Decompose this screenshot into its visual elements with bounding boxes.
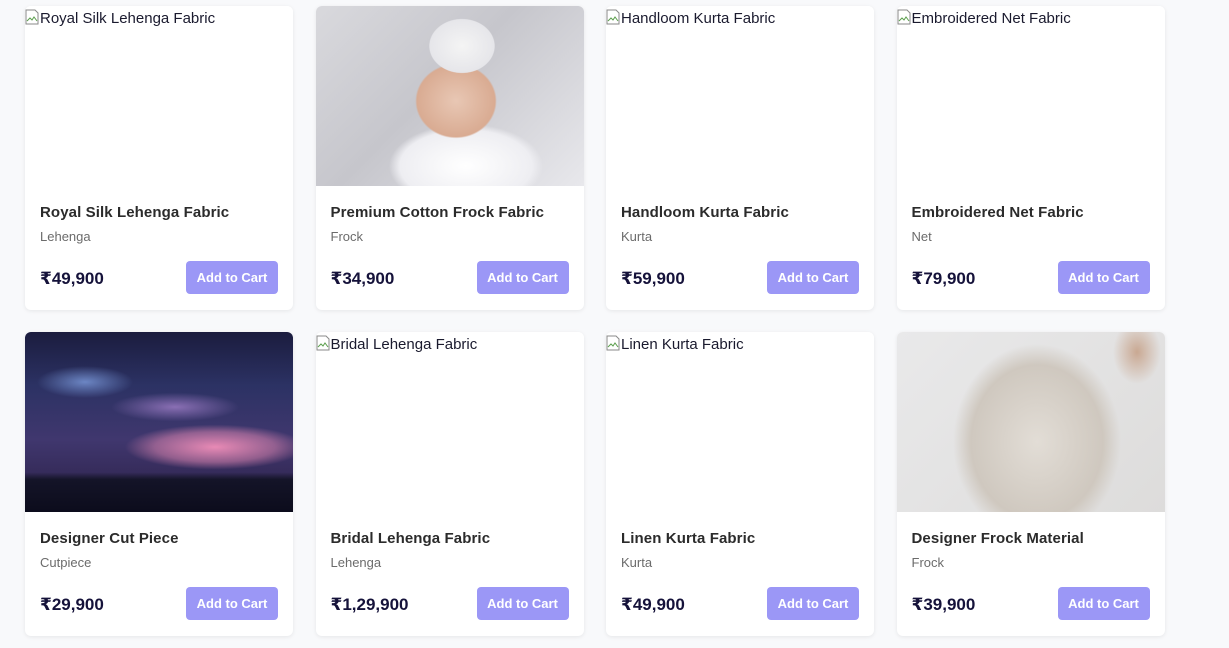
product-price: ₹59,900 [621, 269, 685, 288]
product-title[interactable]: Designer Frock Material [912, 530, 1084, 547]
product-category: Net [911, 229, 932, 244]
product-category: Kurta [621, 229, 653, 244]
image-alt-text: Linen Kurta Fabric [606, 335, 744, 353]
alt-label: Handloom Kurta Fabric [621, 10, 776, 27]
product-price: ₹49,900 [621, 595, 685, 614]
product-image[interactable]: Royal Silk Lehenga Fabric [25, 6, 293, 186]
product-image[interactable] [315, 6, 584, 186]
product-card[interactable]: Premium Cotton Frock Fabric Frock ₹34,90… [315, 6, 584, 310]
broken-image-icon [25, 9, 39, 24]
broken-image-icon [897, 9, 910, 24]
product-card[interactable]: Linen Kurta Fabric Linen Kurta Fabric Ku… [606, 332, 874, 636]
product-title[interactable]: Designer Cut Piece [40, 530, 179, 547]
alt-label: Bridal Lehenga Fabric [330, 336, 478, 353]
product-price: ₹79,900 [911, 269, 976, 288]
broken-image-icon [316, 335, 329, 350]
product-title[interactable]: Embroidered Net Fabric [912, 204, 1084, 221]
product-price: ₹49,900 [40, 269, 104, 288]
product-title[interactable]: Royal Silk Lehenga Fabric [40, 204, 229, 221]
product-card[interactable]: Royal Silk Lehenga Fabric Royal Silk Leh… [25, 6, 293, 310]
add-to-cart-button[interactable]: Add to Cart [767, 587, 859, 620]
product-category: Cutpiece [40, 555, 92, 570]
product-category: Lehenga [40, 229, 91, 244]
product-category: Frock [911, 555, 945, 570]
product-title[interactable]: Handloom Kurta Fabric [621, 204, 789, 221]
product-price: ₹34,900 [330, 269, 395, 288]
product-image[interactable]: Embroidered Net Fabric [896, 6, 1165, 186]
product-card[interactable]: Bridal Lehenga Fabric Bridal Lehenga Fab… [315, 332, 584, 636]
alt-label: Embroidered Net Fabric [911, 10, 1071, 27]
product-image[interactable]: Bridal Lehenga Fabric [315, 332, 584, 512]
product-image[interactable]: Handloom Kurta Fabric [606, 6, 874, 186]
add-to-cart-button[interactable]: Add to Cart [1057, 587, 1150, 620]
image-alt-text: Bridal Lehenga Fabric [316, 335, 478, 353]
product-card[interactable]: Handloom Kurta Fabric Handloom Kurta Fab… [606, 6, 874, 310]
add-to-cart-button[interactable]: Add to Cart [1057, 261, 1150, 294]
add-to-cart-button[interactable]: Add to Cart [476, 587, 569, 620]
product-category: Lehenga [330, 555, 382, 570]
product-image[interactable] [896, 332, 1165, 512]
product-title[interactable]: Premium Cotton Frock Fabric [331, 204, 545, 221]
alt-label: Linen Kurta Fabric [621, 336, 744, 353]
add-to-cart-button[interactable]: Add to Cart [186, 587, 278, 620]
add-to-cart-button[interactable]: Add to Cart [767, 261, 859, 294]
product-grid: Royal Silk Lehenga Fabric Royal Silk Leh… [25, 6, 1165, 636]
broken-image-icon [606, 9, 620, 24]
product-price: ₹29,900 [40, 595, 104, 614]
product-image[interactable] [25, 332, 293, 512]
product-category: Kurta [621, 555, 653, 570]
product-card[interactable]: Designer Frock Material Frock ₹39,900 Ad… [896, 332, 1165, 636]
product-title[interactable]: Linen Kurta Fabric [621, 530, 755, 547]
image-alt-text: Handloom Kurta Fabric [606, 9, 776, 27]
image-alt-text: Embroidered Net Fabric [897, 9, 1071, 27]
product-price: ₹39,900 [911, 595, 976, 614]
product-category: Frock [330, 229, 364, 244]
add-to-cart-button[interactable]: Add to Cart [476, 261, 569, 294]
image-alt-text: Royal Silk Lehenga Fabric [25, 9, 216, 27]
product-title[interactable]: Bridal Lehenga Fabric [331, 530, 491, 547]
alt-label: Royal Silk Lehenga Fabric [40, 10, 216, 27]
add-to-cart-button[interactable]: Add to Cart [186, 261, 278, 294]
product-card[interactable]: Embroidered Net Fabric Embroidered Net F… [896, 6, 1165, 310]
product-card[interactable]: Designer Cut Piece Cutpiece ₹29,900 Add … [25, 332, 293, 636]
product-price: ₹1,29,900 [330, 595, 409, 614]
broken-image-icon [606, 335, 620, 350]
product-image[interactable]: Linen Kurta Fabric [606, 332, 874, 512]
